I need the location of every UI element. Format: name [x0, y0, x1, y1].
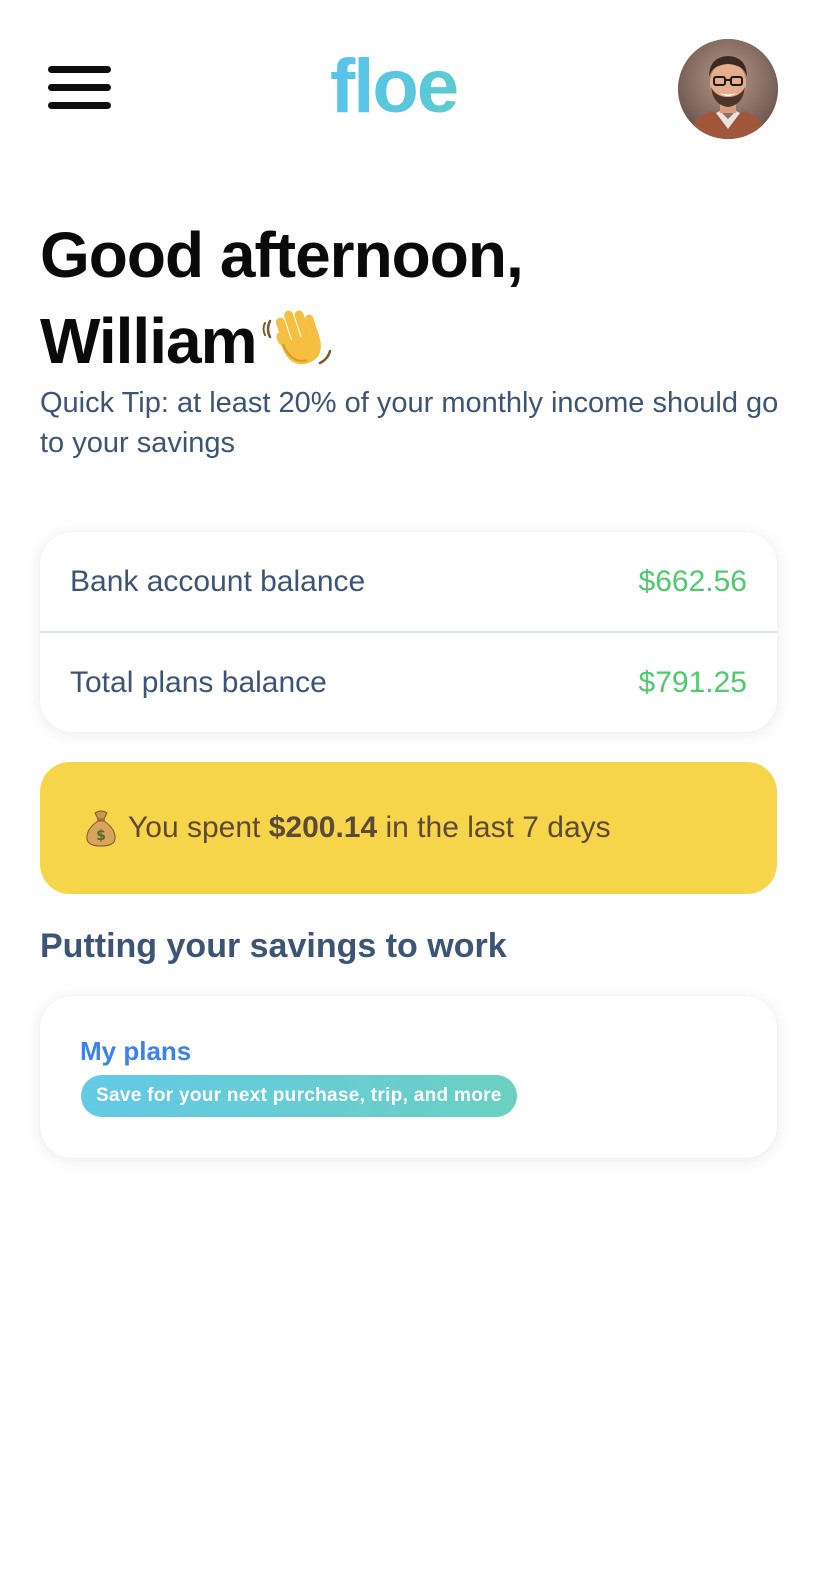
- plans-balance-label: Total plans balance: [70, 666, 327, 699]
- app-logo: floe: [330, 42, 500, 132]
- user-first-name: William: [40, 305, 257, 377]
- top-bar: floe: [0, 0, 828, 180]
- hamburger-menu-icon[interactable]: [48, 66, 112, 112]
- spent-suffix: in the last 7 days: [385, 811, 611, 844]
- savings-section-title: Putting your savings to work: [40, 927, 507, 965]
- my-plans-tagline-pill: Save for your next purchase, trip, and m…: [81, 1075, 517, 1117]
- weekly-spending-banner[interactable]: $ You spent $200.14 in the last 7 days: [40, 762, 777, 894]
- my-plans-card[interactable]: My plans Save for your next purchase, tr…: [40, 996, 777, 1158]
- bank-balance-value: $662.56: [638, 565, 747, 598]
- avatar-photo: [678, 39, 778, 139]
- my-plans-title: My plans: [80, 1036, 192, 1066]
- bank-balance-row[interactable]: Bank account balance $662.56: [40, 532, 777, 632]
- svg-text:$: $: [96, 828, 106, 844]
- balance-card: Bank account balance $662.56 Total plans…: [40, 532, 777, 732]
- greeting-line-2: William: [40, 298, 800, 384]
- greeting-line-1: Good afternoon,: [40, 219, 524, 291]
- spent-amount: $200.14: [268, 811, 378, 844]
- quick-tip-text: Quick Tip: at least 20% of your monthly …: [40, 387, 779, 459]
- plans-balance-row[interactable]: Total plans balance $791.25: [40, 633, 777, 733]
- money-bag-icon: $: [86, 810, 116, 847]
- spent-prefix: You spent: [128, 811, 261, 844]
- greeting-heading: Good afternoon, William: [40, 212, 800, 384]
- bank-balance-label: Bank account balance: [70, 565, 366, 598]
- menu-bar: [48, 66, 111, 73]
- home-screen: floe Good afternoon, William Quick Tip: …: [0, 0, 828, 1589]
- plans-balance-value: $791.25: [638, 666, 747, 699]
- user-avatar[interactable]: [678, 39, 778, 139]
- menu-bar: [48, 102, 111, 109]
- menu-bar: [48, 84, 111, 91]
- waving-hand-icon: [262, 310, 332, 365]
